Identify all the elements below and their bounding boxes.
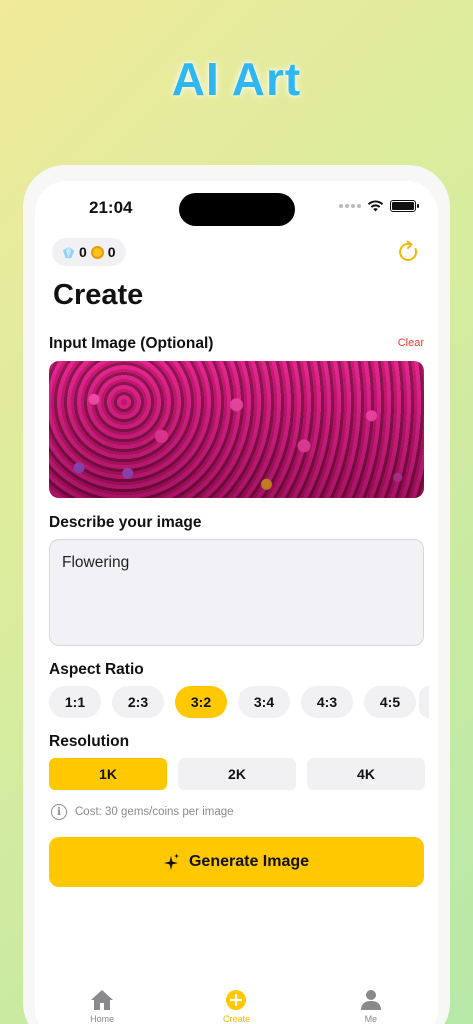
promo-title: AI Art xyxy=(171,53,302,105)
sparkles-icon xyxy=(163,853,179,870)
tab-home[interactable]: Home xyxy=(35,986,169,1024)
clear-button[interactable]: Clear xyxy=(398,337,424,349)
resolution-option-4k[interactable]: 4K xyxy=(307,758,425,790)
balance-chip[interactable]: 0 0 xyxy=(52,238,126,266)
status-time: 21:04 xyxy=(89,198,133,217)
person-icon xyxy=(360,990,381,1010)
describe-label: Describe your image xyxy=(49,514,202,531)
plus-circle-icon xyxy=(226,990,247,1010)
resolution-option-2k[interactable]: 2K xyxy=(178,758,296,790)
resolution-options: 1K 2K 4K xyxy=(49,758,425,790)
aspect-ratio-label: Aspect Ratio xyxy=(49,661,144,678)
battery-icon xyxy=(390,199,419,212)
tab-bar: Home Create Me xyxy=(35,986,438,1024)
coin-icon xyxy=(90,245,104,259)
ratio-option-1-1[interactable]: 1:1 xyxy=(49,686,101,718)
gem-icon xyxy=(62,246,75,258)
status-icons xyxy=(339,199,419,212)
ratio-option-2-3[interactable]: 2:3 xyxy=(112,686,164,718)
ratio-option-4-3[interactable]: 4:3 xyxy=(301,686,353,718)
tab-create-label: Create xyxy=(222,1014,250,1024)
app-screen: 21:04 0 0 Create Input Image (Optional) … xyxy=(35,181,438,1024)
tab-home-label: Home xyxy=(90,1014,115,1024)
generate-label: Generate Image xyxy=(188,853,310,870)
input-image-label: Input Image (Optional) xyxy=(49,335,214,352)
coin-count: 0 xyxy=(107,244,116,260)
generate-button[interactable]: Generate Image xyxy=(49,837,424,887)
ratio-option-3-4[interactable]: 3:4 xyxy=(238,686,290,718)
ratio-option-overflow[interactable] xyxy=(419,686,429,718)
ratio-option-3-2[interactable]: 3:2 xyxy=(175,686,227,718)
gem-count: 0 xyxy=(79,244,87,260)
input-image-preview[interactable] xyxy=(49,361,424,498)
signal-icon xyxy=(339,203,361,208)
ratio-option-4-5[interactable]: 4:5 xyxy=(364,686,416,718)
refresh-icon[interactable] xyxy=(398,240,420,264)
tab-me[interactable]: Me xyxy=(304,986,438,1024)
tab-me-label: Me xyxy=(364,1014,378,1024)
cost-note: i Cost: 30 gems/coins per image xyxy=(51,804,234,820)
dynamic-island xyxy=(179,193,295,226)
cost-text: Cost: 30 gems/coins per image xyxy=(75,806,234,818)
resolution-option-1k[interactable]: 1K xyxy=(49,758,167,790)
tab-create[interactable]: Create xyxy=(169,986,303,1024)
house-icon xyxy=(91,990,114,1010)
info-icon: i xyxy=(51,804,67,820)
description-input[interactable]: Flowering xyxy=(49,539,424,646)
aspect-ratio-options: 1:1 2:3 3:2 3:4 4:3 4:5 xyxy=(49,686,416,718)
resolution-label: Resolution xyxy=(49,733,130,750)
page-title: Create xyxy=(53,279,144,311)
wifi-icon xyxy=(367,200,384,212)
